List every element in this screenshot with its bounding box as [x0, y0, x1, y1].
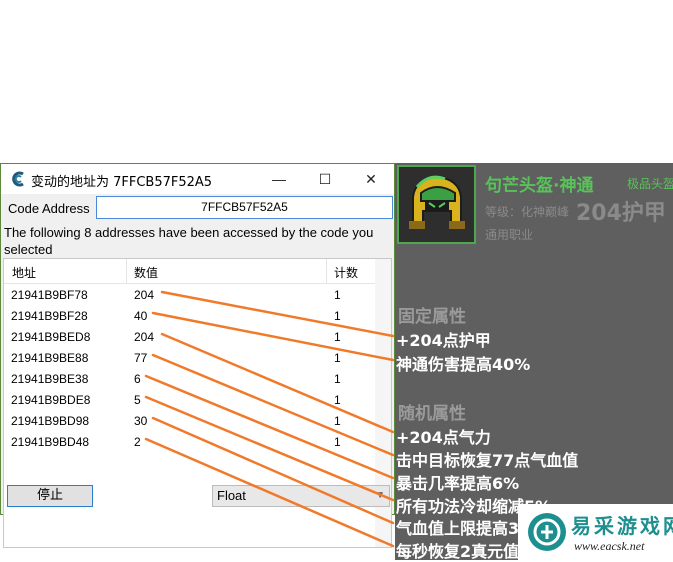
site-title: 易采游戏网	[571, 514, 673, 538]
annotation-line	[144, 374, 395, 480]
site-logo-icon	[528, 513, 566, 551]
annotation-lines	[144, 290, 395, 548]
annotation-line	[151, 416, 395, 525]
annotation-line	[144, 395, 395, 502]
annotation-line	[144, 437, 395, 548]
site-url: www.eacsk.net	[574, 539, 645, 553]
annotation-line	[151, 353, 395, 457]
annotation-line	[160, 290, 395, 338]
site-watermark: 易采游戏网 www.eacsk.net	[518, 504, 673, 560]
annotation-line	[151, 311, 395, 362]
